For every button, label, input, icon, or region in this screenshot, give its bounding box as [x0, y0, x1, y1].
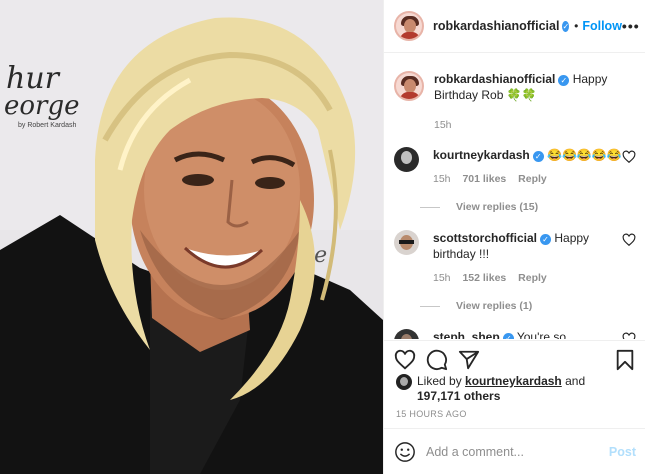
- liked-others[interactable]: 197,171 others: [417, 389, 500, 403]
- comment-username[interactable]: kourtneykardash: [433, 148, 530, 162]
- verified-icon: ✓: [562, 20, 570, 32]
- comment-age: 15h: [433, 272, 451, 284]
- caption: robkardashianofficial ✓ Happy Birthday Ro…: [394, 71, 636, 133]
- reply-button[interactable]: Reply: [518, 272, 547, 284]
- caption-username[interactable]: robkardashianofficial: [434, 72, 555, 86]
- liked-by: Liked by kourtneykardash and 197,171 oth…: [396, 374, 585, 404]
- follow-button[interactable]: Follow: [582, 19, 622, 33]
- verified-icon: ✓: [532, 151, 544, 162]
- comment-username[interactable]: scottstorchofficial: [433, 231, 537, 245]
- liked-user[interactable]: kourtneykardash: [465, 374, 562, 388]
- comment-icon[interactable]: [426, 349, 448, 371]
- comments-list[interactable]: robkardashianofficial ✓ Happy Birthday Ro…: [384, 54, 645, 339]
- backdrop-byline: by Robert Kardash: [18, 122, 76, 129]
- post-side-panel: robkardashianofficial ✓ • Follow ••• rob…: [383, 0, 645, 474]
- post-timestamp[interactable]: 15 HOURS AGO: [396, 409, 467, 419]
- backdrop-text-2: eorge: [4, 91, 80, 121]
- liked-and: and: [565, 374, 586, 388]
- reply-button[interactable]: Reply: [518, 173, 547, 185]
- comment-text: You're so: [516, 330, 567, 339]
- caption-avatar[interactable]: [394, 71, 424, 101]
- heart-icon[interactable]: [622, 233, 636, 247]
- emoji-icon[interactable]: [394, 441, 416, 463]
- share-icon[interactable]: [458, 349, 480, 371]
- header-separator: •: [574, 19, 579, 33]
- liked-prefix: Liked by: [417, 374, 462, 388]
- comment-input[interactable]: [426, 444, 596, 459]
- instagram-post: hur eorge by Robert Kardash ge: [0, 0, 645, 474]
- comment-item: scottstorchofficial ✓ Happy birthday !!! …: [394, 230, 636, 286]
- header-username[interactable]: robkardashianofficial: [433, 19, 559, 33]
- caption-age: 15h: [434, 119, 452, 131]
- comment-username[interactable]: steph_shep: [433, 330, 500, 339]
- verified-icon: ✓: [502, 333, 514, 339]
- comment-item: kourtneykardash ✓ 😂😂😂😂😂 15h 701 likes Rep…: [394, 147, 636, 187]
- comment-likes[interactable]: 701 likes: [462, 173, 506, 185]
- verified-icon: ✓: [558, 75, 570, 86]
- comment-composer: Post: [384, 428, 645, 474]
- post-header: robkardashianofficial ✓ • Follow •••: [384, 0, 645, 53]
- comment-item: steph_shep ✓ You're so: [394, 329, 636, 339]
- post-button[interactable]: Post: [609, 445, 636, 459]
- view-replies-button[interactable]: View replies (15): [420, 201, 636, 213]
- liked-by-avatar[interactable]: [396, 374, 412, 390]
- avatar[interactable]: [394, 11, 424, 41]
- comment-age: 15h: [433, 173, 451, 185]
- action-bar: [384, 340, 645, 376]
- comment-avatar[interactable]: [394, 329, 419, 339]
- heart-icon[interactable]: [394, 349, 416, 371]
- bookmark-icon[interactable]: [614, 349, 636, 371]
- heart-icon[interactable]: [622, 332, 636, 339]
- verified-icon: ✓: [540, 234, 552, 245]
- comment-avatar[interactable]: [394, 230, 419, 255]
- comment-avatar[interactable]: [394, 147, 419, 172]
- post-photo[interactable]: hur eorge by Robert Kardash ge: [0, 0, 383, 474]
- comment-likes[interactable]: 152 likes: [462, 272, 506, 284]
- comment-text: 😂😂😂😂😂: [547, 148, 622, 162]
- view-replies-button[interactable]: View replies (1): [420, 300, 636, 312]
- heart-icon[interactable]: [622, 150, 636, 164]
- more-icon[interactable]: •••: [622, 18, 640, 34]
- post-image: hur eorge by Robert Kardash ge: [0, 0, 383, 474]
